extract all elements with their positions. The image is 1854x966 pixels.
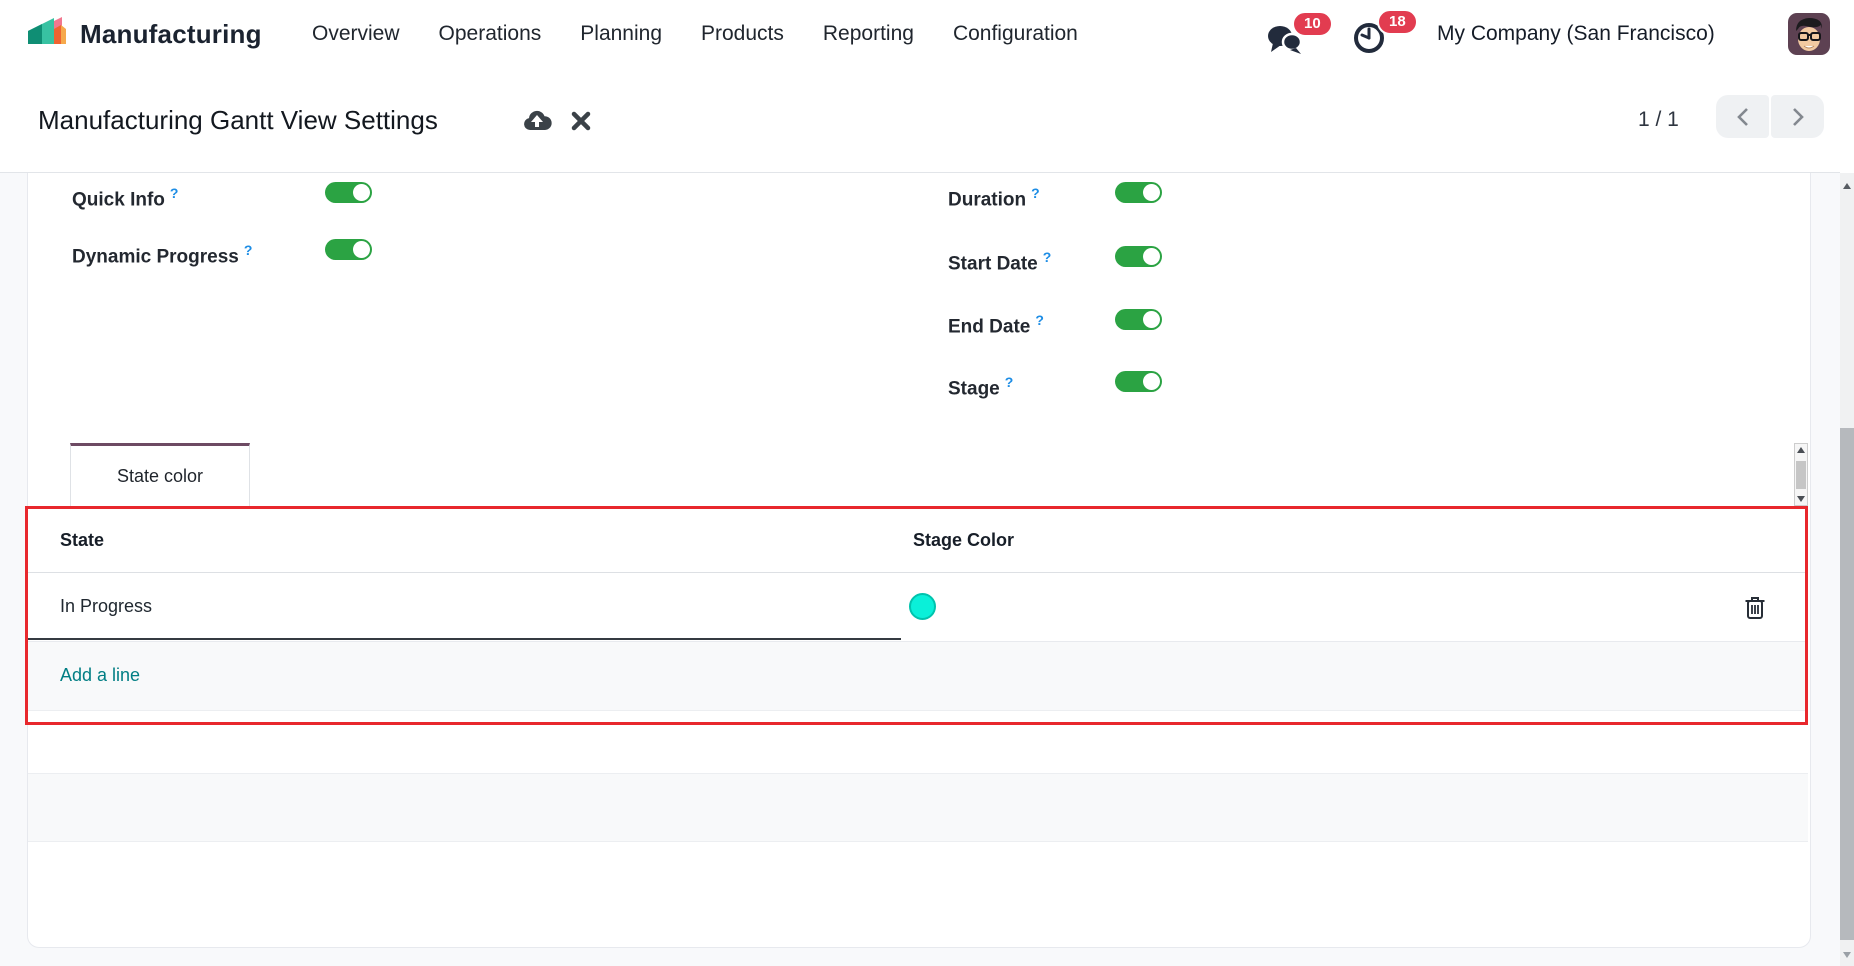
chevron-right-icon: [1789, 106, 1807, 128]
window-scrollbar-thumb[interactable]: [1840, 428, 1854, 940]
pager-previous-button[interactable]: [1716, 95, 1769, 138]
control-panel: Manufacturing Gantt View Settings 1 / 1: [0, 68, 1840, 173]
pager-next-button[interactable]: [1771, 95, 1824, 138]
cell-edit-underline: [28, 638, 901, 640]
field-label-stage: Stage?: [948, 369, 1013, 395]
discard-x-icon[interactable]: [570, 110, 592, 137]
save-cloud-icon[interactable]: [522, 108, 552, 137]
tab-state-color[interactable]: State color: [70, 443, 250, 506]
top-navbar: Manufacturing Overview Operations Planni…: [0, 0, 1854, 68]
toggle-quick-info[interactable]: [325, 182, 372, 203]
stage-color-swatch[interactable]: [909, 593, 936, 620]
menu-planning[interactable]: Planning: [580, 22, 662, 46]
help-icon[interactable]: ?: [1043, 249, 1052, 265]
messages-badge: 10: [1292, 11, 1333, 37]
breadcrumb-title: Manufacturing Gantt View Settings: [38, 98, 438, 142]
scrollbar-up-arrow-icon[interactable]: [1843, 183, 1851, 189]
user-avatar[interactable]: [1788, 13, 1830, 55]
column-header-stage-color[interactable]: Stage Color: [913, 507, 1014, 573]
table-row[interactable]: In Progress: [28, 573, 1808, 642]
menu-reporting[interactable]: Reporting: [823, 22, 914, 46]
toggle-stage[interactable]: [1115, 371, 1162, 392]
company-selector[interactable]: My Company (San Francisco): [1437, 0, 1715, 68]
scroll-down-arrow-icon[interactable]: [1797, 496, 1805, 502]
field-label-start-date: Start Date?: [948, 244, 1051, 270]
add-line-row: Add a line: [28, 642, 1808, 711]
field-label-dynamic-progress: Dynamic Progress?: [72, 237, 252, 263]
help-icon[interactable]: ?: [170, 185, 179, 201]
activities-badge: 18: [1377, 9, 1418, 35]
help-icon[interactable]: ?: [1035, 312, 1044, 328]
add-a-line-link[interactable]: Add a line: [60, 642, 140, 711]
menu-configuration[interactable]: Configuration: [953, 22, 1078, 46]
menu-operations[interactable]: Operations: [439, 22, 542, 46]
table-header-row: State Stage Color: [28, 507, 1808, 573]
state-cell[interactable]: In Progress: [60, 573, 152, 642]
inner-scrollbar[interactable]: [1794, 443, 1808, 506]
help-icon[interactable]: ?: [1005, 374, 1014, 390]
app-name: Manufacturing: [80, 19, 262, 50]
toggle-duration[interactable]: [1115, 182, 1162, 203]
help-icon[interactable]: ?: [1031, 185, 1040, 201]
field-label-duration: Duration?: [948, 180, 1040, 206]
empty-row-stripe: [28, 773, 1808, 842]
menu-products[interactable]: Products: [701, 22, 784, 46]
form-content: Quick Info? Dynamic Progress? Duration? …: [0, 173, 1840, 966]
toggle-dynamic-progress[interactable]: [325, 239, 372, 260]
field-label-quick-info: Quick Info?: [72, 180, 178, 206]
record-pager-value: 1 / 1: [1638, 102, 1679, 138]
help-icon[interactable]: ?: [244, 242, 253, 258]
record-pager: [1716, 95, 1824, 138]
main-menu: Overview Operations Planning Products Re…: [312, 0, 1078, 68]
inner-scrollbar-thumb[interactable]: [1796, 461, 1806, 489]
manufacturing-app-icon: [24, 14, 68, 55]
app-switcher[interactable]: Manufacturing: [24, 0, 262, 68]
field-label-end-date: End Date?: [948, 307, 1044, 333]
column-header-state[interactable]: State: [60, 507, 104, 573]
toggle-end-date[interactable]: [1115, 309, 1162, 330]
delete-row-trash-icon[interactable]: [1744, 595, 1766, 625]
scrollbar-down-arrow-icon[interactable]: [1843, 952, 1851, 958]
menu-overview[interactable]: Overview: [312, 22, 400, 46]
scroll-up-arrow-icon[interactable]: [1797, 447, 1805, 453]
window-scrollbar[interactable]: [1840, 173, 1854, 966]
chevron-left-icon: [1734, 106, 1752, 128]
toggle-start-date[interactable]: [1115, 246, 1162, 267]
odoo-manufacturing-settings-page: Manufacturing Overview Operations Planni…: [0, 0, 1854, 966]
